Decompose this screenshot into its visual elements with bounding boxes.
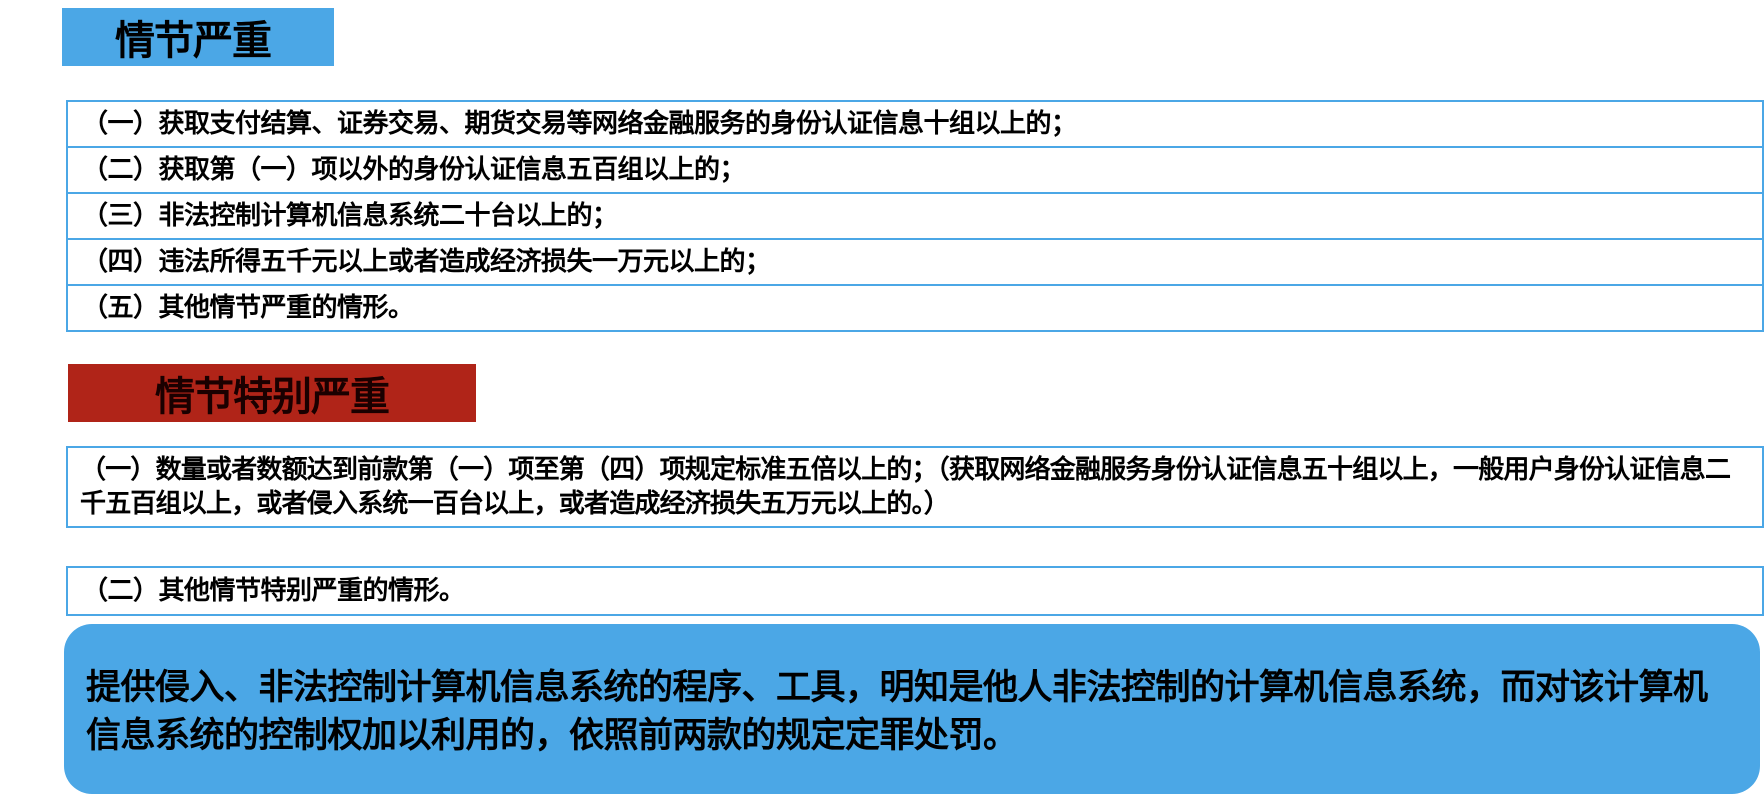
heading-very-serious: 情节特别严重 — [68, 364, 476, 422]
heading-serious: 情节严重 — [62, 8, 334, 66]
serious-item-4: （四）违法所得五千元以上或者造成经济损失一万元以上的； — [66, 238, 1764, 286]
very-serious-item-2: （二）其他情节特别严重的情形。 — [66, 566, 1764, 616]
very-serious-item-1: （一）数量或者数额达到前款第（一）项至第（四）项规定标准五倍以上的；（获取网络金… — [66, 446, 1764, 528]
serious-item-3: （三）非法控制计算机信息系统二十台以上的； — [66, 192, 1764, 240]
callout-text: 提供侵入、非法控制计算机信息系统的程序、工具，明知是他人非法控制的计算机信息系统… — [86, 668, 1708, 756]
callout-box: 提供侵入、非法控制计算机信息系统的程序、工具，明知是他人非法控制的计算机信息系统… — [64, 624, 1760, 794]
heading-very-serious-label: 情节特别严重 — [155, 374, 390, 420]
serious-item-5-text: （五）其他情节严重的情形。 — [82, 293, 414, 323]
heading-serious-label: 情节严重 — [115, 18, 272, 64]
serious-item-1-text: （一）获取支付结算、证券交易、期货交易等网络金融服务的身份认证信息十组以上的； — [82, 109, 1077, 139]
very-serious-item-1-text: （一）数量或者数额达到前款第（一）项至第（四）项规定标准五倍以上的；（获取网络金… — [80, 455, 1731, 519]
serious-item-3-text: （三）非法控制计算机信息系统二十台以上的； — [82, 201, 618, 231]
serious-item-1: （一）获取支付结算、证券交易、期货交易等网络金融服务的身份认证信息十组以上的； — [66, 100, 1764, 148]
serious-item-2: （二）获取第（一）项以外的身份认证信息五百组以上的； — [66, 146, 1764, 194]
very-serious-item-2-text: （二）其他情节特别严重的情形。 — [82, 576, 465, 606]
serious-item-5: （五）其他情节严重的情形。 — [66, 284, 1764, 332]
serious-item-4-text: （四）违法所得五千元以上或者造成经济损失一万元以上的； — [82, 247, 771, 277]
serious-item-2-text: （二）获取第（一）项以外的身份认证信息五百组以上的； — [82, 155, 746, 185]
